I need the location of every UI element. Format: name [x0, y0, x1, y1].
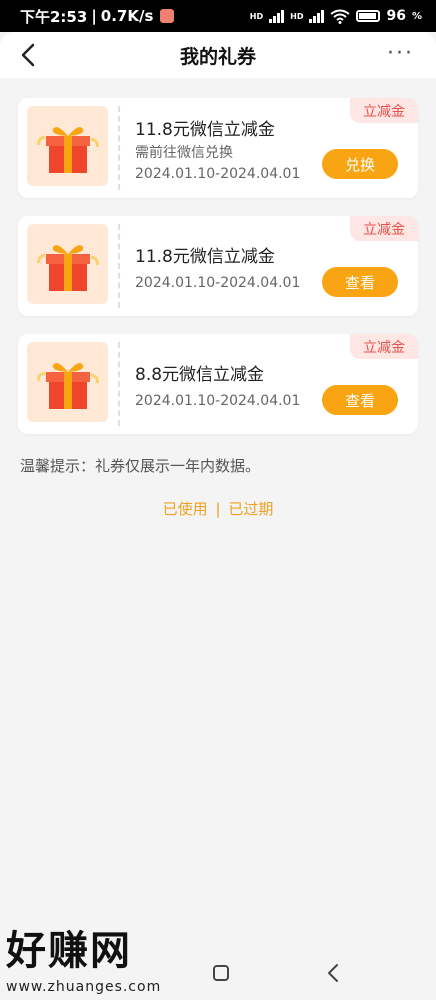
gift-box-icon — [27, 342, 108, 422]
battery-level: 96 — [386, 8, 406, 24]
link-separator: | — [215, 500, 221, 518]
chevron-left-icon — [21, 43, 35, 67]
gift-box-icon — [27, 224, 108, 304]
triangle-back-icon[interactable] — [326, 963, 340, 983]
redeem-button[interactable]: 兑换 — [322, 149, 398, 179]
signal-1-label: HD — [249, 11, 264, 21]
expired-link[interactable]: 已过期 — [228, 500, 273, 518]
status-separator: | — [91, 7, 97, 25]
battery-icon — [356, 10, 381, 22]
signal-1-icon — [269, 9, 285, 23]
view-button[interactable]: 查看 — [322, 267, 398, 297]
coupon-card: 立减金 8.8元微信立减金 2024.01.10-2024.04.01 查看 — [18, 334, 418, 434]
coupon-name: 11.8元微信立减金 — [135, 247, 275, 267]
coupon-validity: 2024.01.10-2024.04.01 — [135, 393, 301, 409]
watermark-title: 好赚网 — [6, 928, 132, 974]
watermark-url: www.zhuanges.com — [6, 979, 162, 995]
page-title: 我的礼券 — [179, 45, 256, 68]
coupon-validity: 2024.01.10-2024.04.01 — [135, 166, 301, 182]
coupon-divider — [118, 106, 120, 190]
app-notification-icon — [160, 9, 175, 23]
coupon-divider — [118, 342, 120, 426]
coupon-type-badge: 立减金 — [350, 216, 418, 241]
coupon-type-badge: 立减金 — [350, 334, 418, 359]
coupon-divider — [118, 224, 120, 308]
signal-2-icon — [309, 9, 325, 23]
watermark-logo: 好赚网 www.zhuanges.com — [6, 918, 196, 995]
view-button[interactable]: 查看 — [322, 385, 398, 415]
signal-2-label: HD — [290, 11, 304, 21]
status-left: 下午2:53 | 0.7K/s — [20, 6, 175, 27]
used-link[interactable]: 已使用 — [163, 500, 208, 518]
back-button[interactable] — [14, 40, 42, 70]
tip-text: 温馨提示：礼券仅展示一年内数据。 — [20, 457, 261, 475]
gift-box-icon — [27, 106, 108, 186]
more-dots-icon[interactable]: ··· — [387, 43, 414, 65]
status-speed: 0.7K/s — [100, 7, 154, 25]
coupon-type-badge: 立减金 — [350, 98, 418, 123]
coupon-name: 8.8元微信立减金 — [135, 365, 265, 385]
coupon-card: 立减金 11.8元微信立减金 2024.01.10-2024.04.01 查看 — [18, 216, 418, 316]
wifi-icon — [330, 9, 351, 24]
status-right: HD HD 96% — [250, 8, 422, 24]
status-time: 下午2:53 — [20, 7, 88, 26]
coupon-name: 11.8元微信立减金 — [135, 120, 275, 140]
coupon-card: 立减金 11.8元微信立减金 需前往微信兑换 2024.01.10-2024.0… — [18, 98, 418, 198]
history-links: 已使用 | 已过期 — [0, 498, 436, 519]
page-header: 我的礼券 ··· — [0, 32, 436, 78]
battery-percent-sign: % — [411, 10, 422, 22]
status-bar: 下午2:53 | 0.7K/s HD HD 96% — [0, 0, 436, 32]
coupon-validity: 2024.01.10-2024.04.01 — [135, 275, 301, 291]
coupon-note: 需前往微信兑换 — [135, 145, 233, 161]
square-icon[interactable] — [212, 964, 230, 982]
